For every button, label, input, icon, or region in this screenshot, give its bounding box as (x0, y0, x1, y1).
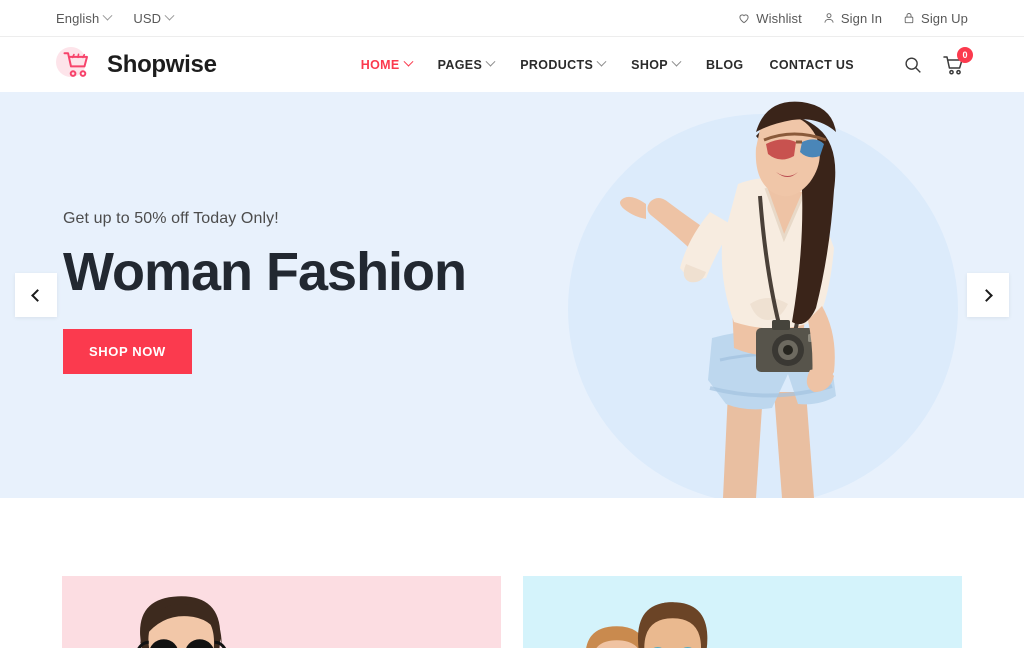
nav-item-home[interactable]: HOME (360, 56, 414, 72)
logo[interactable]: Shopwise (56, 45, 217, 85)
chevron-down-icon (485, 56, 496, 67)
hero-model-image (560, 92, 980, 498)
nav-item-pages[interactable]: PAGES (437, 56, 496, 72)
header-icon-group: 0 (902, 46, 973, 77)
hero-subtitle: Get up to 50% off Today Only! (63, 210, 279, 227)
shop-now-button[interactable]: SHOP NOW (63, 328, 192, 374)
nav-item-shop[interactable]: SHOP (631, 56, 682, 72)
nav-label-shop: SHOP (631, 57, 668, 72)
promo-banner-row (0, 498, 1024, 648)
shopping-cart-icon (56, 45, 98, 85)
brand-name: Shopwise (107, 50, 217, 78)
chevron-right-icon (980, 288, 993, 302)
cart-button[interactable]: 0 (942, 46, 973, 77)
hero-carousel: Get up to 50% off Today Only! Woman Fash… (0, 92, 1024, 498)
nav-label-products: PRODUCTS (520, 57, 594, 72)
cart-count-badge: 0 (957, 46, 973, 63)
chevron-down-icon (102, 10, 113, 21)
hero-content: Get up to 50% off Today Only! Woman Fash… (63, 210, 467, 374)
lock-icon (902, 11, 916, 25)
site-header: Shopwise HOME PAGES PRODUCTS SHOP BLOG C… (0, 37, 1024, 92)
sign-in-link[interactable]: Sign In (822, 11, 882, 26)
wishlist-label: Wishlist (756, 10, 802, 26)
chevron-down-icon (671, 56, 682, 67)
hero-title: Woman Fashion (63, 242, 467, 302)
carousel-prev-button[interactable] (15, 273, 57, 317)
top-utility-bar: English USD Wishlist Sign In Sign Up (0, 0, 1024, 37)
currency-label: USD (133, 10, 162, 26)
main-navigation: HOME PAGES PRODUCTS SHOP BLOG CONTACT US (360, 46, 973, 77)
sign-up-link[interactable]: Sign Up (902, 11, 968, 26)
topbar-left-group: English USD (56, 10, 175, 26)
nav-label-pages: PAGES (437, 57, 483, 72)
nav-label-blog: BLOG (705, 57, 744, 72)
topbar-right-group: Wishlist Sign In Sign Up (737, 11, 968, 26)
heart-icon (737, 11, 751, 25)
language-label: English (56, 10, 100, 26)
language-selector[interactable]: English (56, 10, 113, 26)
promo-banner-men[interactable] (523, 576, 962, 648)
nav-label-contact-us: CONTACT US (769, 57, 854, 72)
carousel-next-button[interactable] (967, 273, 1009, 317)
chevron-down-icon (164, 10, 175, 21)
nav-label-home: HOME (360, 57, 400, 72)
promo-banner-women[interactable] (62, 576, 501, 648)
sign-in-label: Sign In (840, 10, 883, 26)
search-icon[interactable] (902, 54, 924, 76)
chevron-left-icon (31, 288, 44, 302)
wishlist-link[interactable]: Wishlist (737, 11, 802, 26)
user-icon (822, 11, 836, 25)
nav-item-contact-us[interactable]: CONTACT US (769, 58, 854, 72)
chevron-down-icon (596, 56, 607, 67)
nav-item-blog[interactable]: BLOG (706, 58, 744, 72)
currency-selector[interactable]: USD (133, 10, 175, 26)
nav-item-products[interactable]: PRODUCTS (520, 56, 607, 72)
chevron-down-icon (403, 56, 414, 67)
sign-up-label: Sign Up (921, 10, 968, 26)
